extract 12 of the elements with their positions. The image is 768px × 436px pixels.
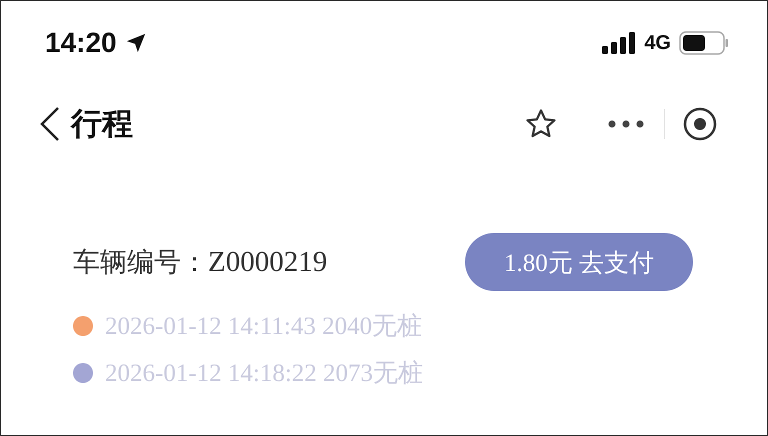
- network-type: 4G: [644, 32, 671, 54]
- pay-button[interactable]: 1.80元 去支付: [465, 233, 693, 291]
- battery-icon: [679, 31, 729, 55]
- status-time: 14:20: [45, 27, 117, 59]
- back-button[interactable]: [39, 106, 61, 142]
- location-arrow-icon: [124, 32, 147, 54]
- vehicle-number-label: 车辆编号：: [73, 246, 208, 280]
- record-icon[interactable]: [683, 107, 717, 141]
- signal-icon: [602, 32, 636, 54]
- page-title: 行程: [71, 105, 133, 144]
- vehicle-number: Z0000219: [208, 246, 328, 278]
- more-icon[interactable]: [608, 119, 644, 129]
